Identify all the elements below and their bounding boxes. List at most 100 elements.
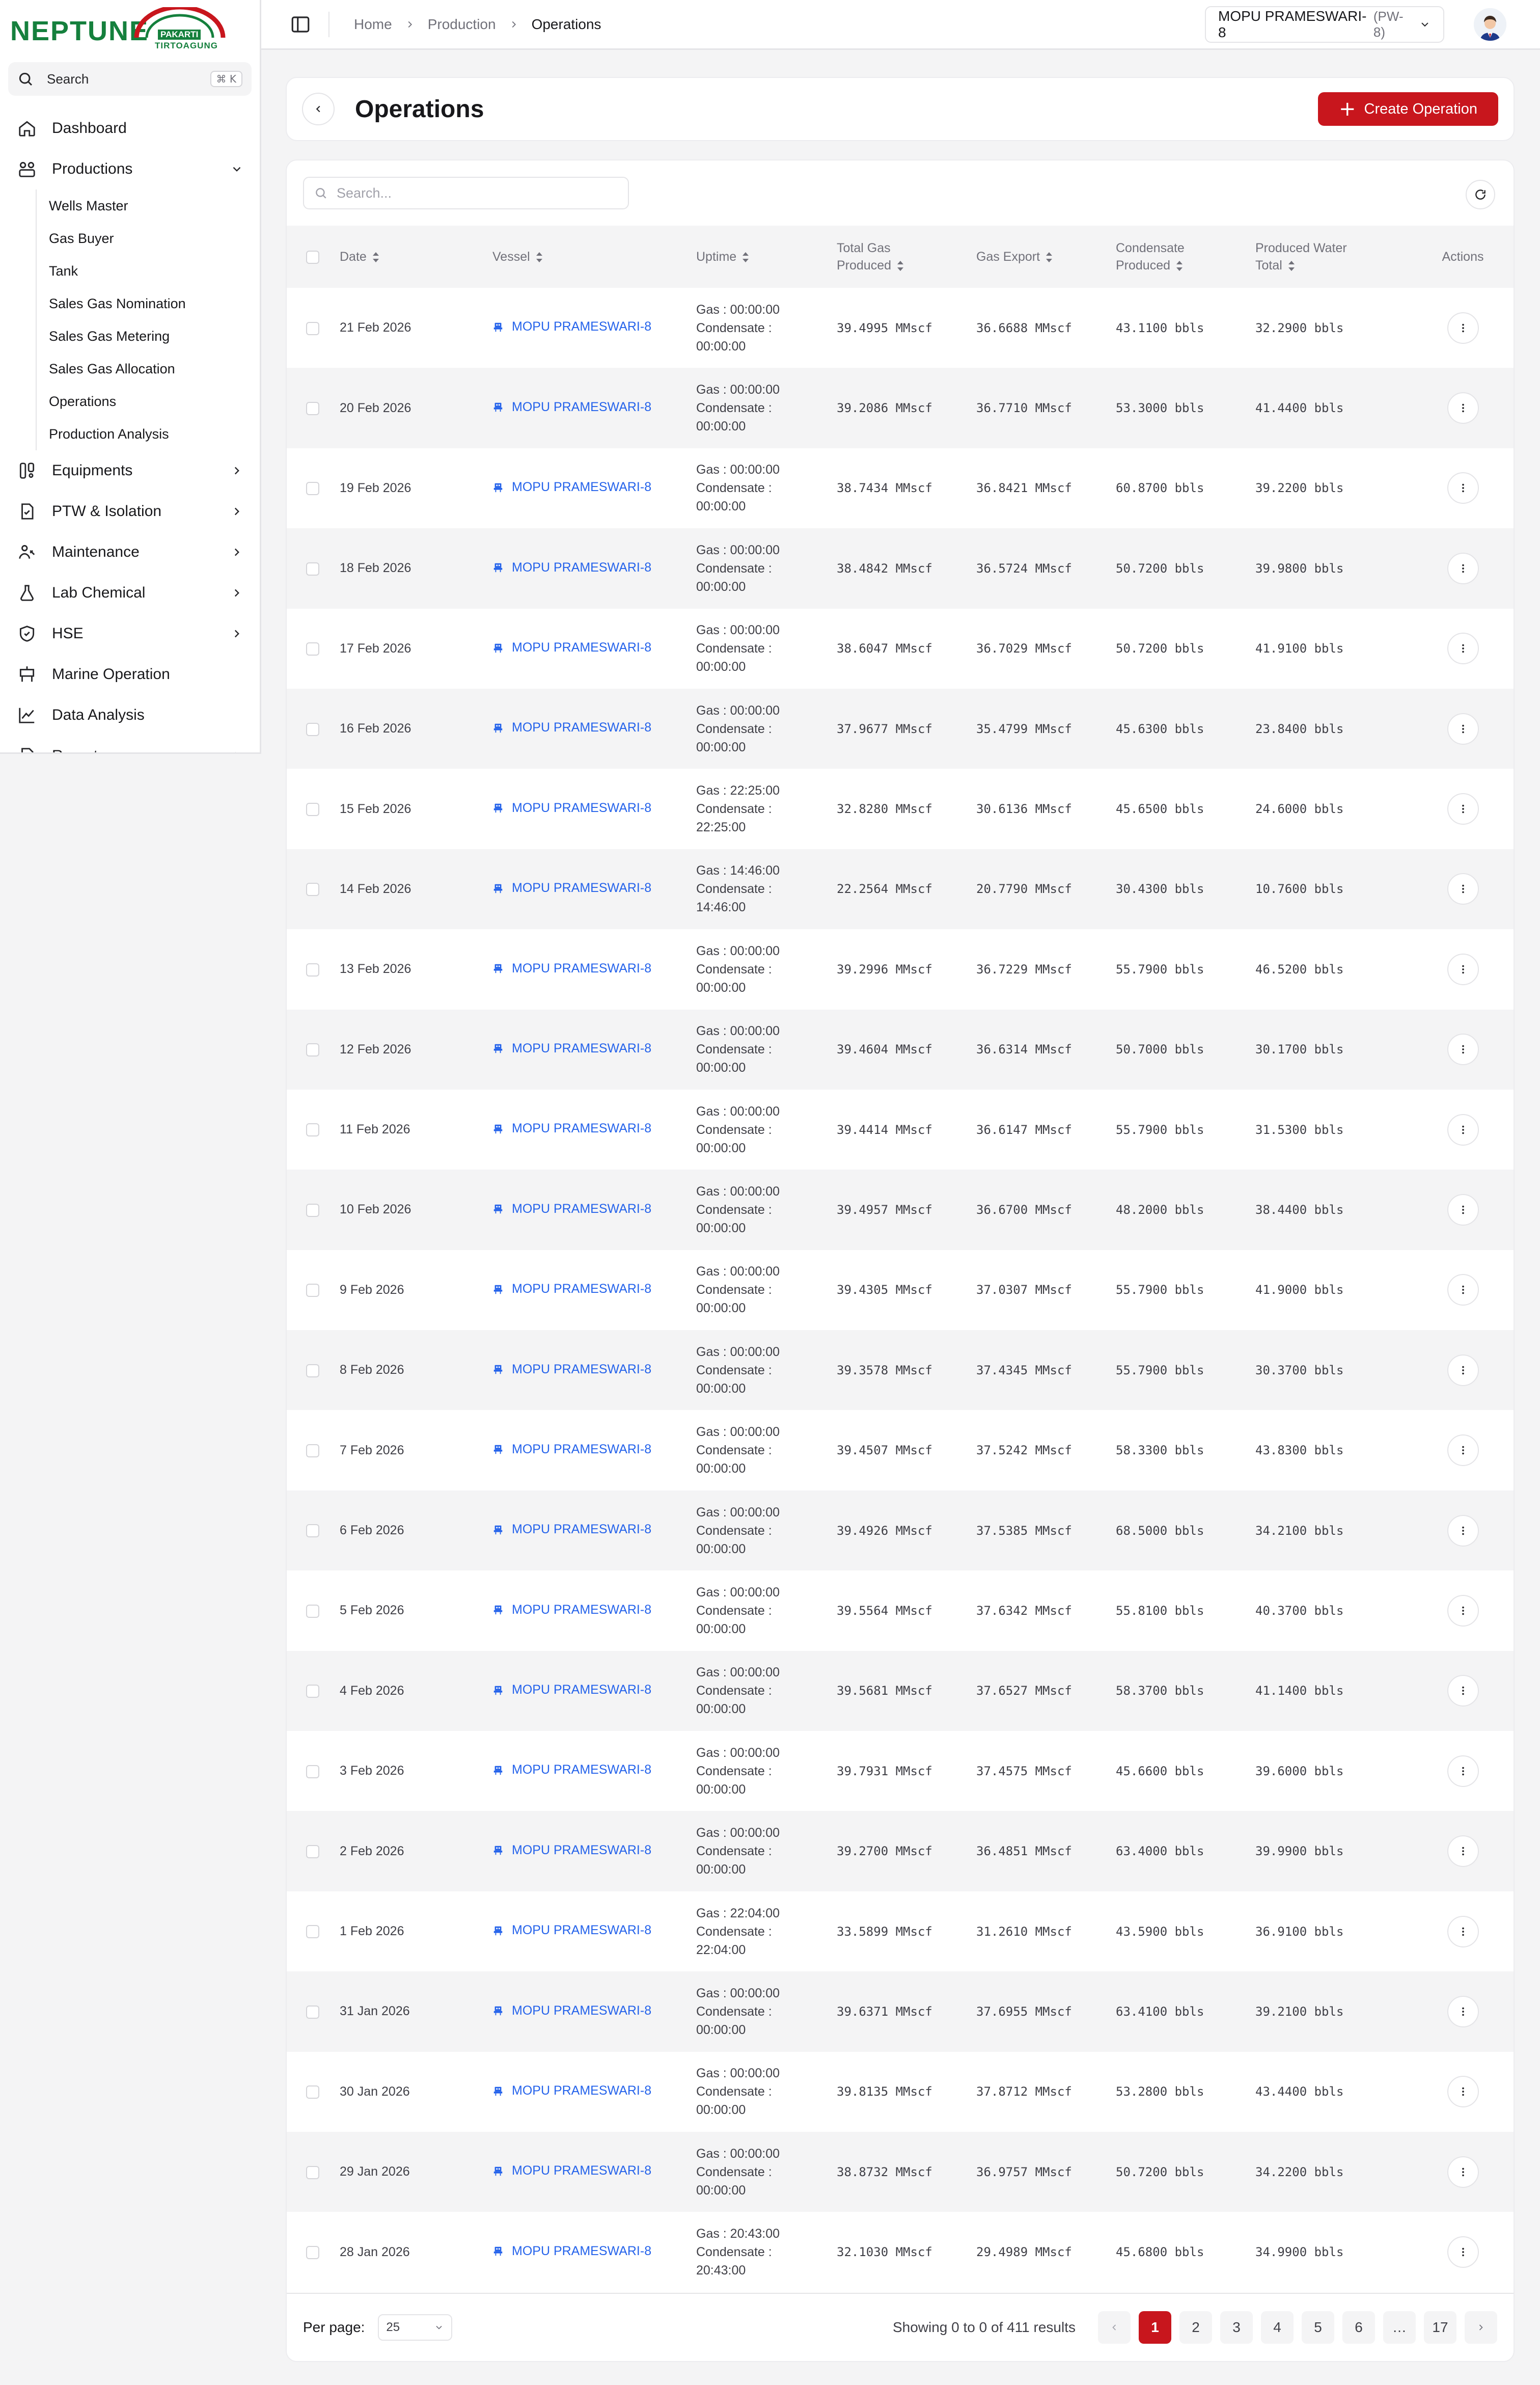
row-actions-button[interactable] [1447,793,1479,825]
row-actions-button[interactable] [1447,713,1479,745]
row-checkbox[interactable] [306,1043,319,1057]
header-date[interactable]: Date [335,226,487,288]
vessel-link[interactable]: MOPU PRAMESWARI-8 [492,319,651,334]
row-checkbox[interactable] [306,1524,319,1538]
vessel-link[interactable]: MOPU PRAMESWARI-8 [492,1282,651,1296]
per-page-select[interactable]: 25 [378,2314,453,2341]
row-actions-button[interactable] [1447,1274,1479,1306]
row-actions-button[interactable] [1447,392,1479,424]
table-row[interactable]: 16 Feb 2026 MOPU PRAMESWARI-8 Gas : 00:00:… [287,688,1514,769]
sidebar-item-equipments[interactable]: Equipments [8,450,253,491]
row-actions-button[interactable] [1447,552,1479,584]
vessel-link[interactable]: MOPU PRAMESWARI-8 [492,1442,651,1457]
table-row[interactable]: 28 Jan 2026 MOPU PRAMESWARI-8 Gas : 20:43:… [287,2212,1514,2292]
row-checkbox[interactable] [306,1925,319,1939]
row-checkbox[interactable] [306,321,319,335]
row-actions-button[interactable] [1447,1194,1479,1226]
subnav-operations[interactable]: Operations [41,385,253,418]
subnav-sales-gas-allocation[interactable]: Sales Gas Allocation [41,353,253,385]
create-operation-button[interactable]: + Create Operation [1318,92,1498,126]
row-checkbox[interactable] [306,1765,319,1778]
page-button[interactable]: 3 [1220,2311,1253,2344]
vessel-link[interactable]: MOPU PRAMESWARI-8 [492,1763,651,1777]
vessel-link[interactable]: MOPU PRAMESWARI-8 [492,1522,651,1537]
page-button[interactable]: 17 [1424,2311,1456,2344]
sidebar-item-dashboard[interactable]: Dashboard [8,108,253,149]
vessel-link[interactable]: MOPU PRAMESWARI-8 [492,1683,651,1697]
vessel-link[interactable]: MOPU PRAMESWARI-8 [492,2083,651,2098]
sidebar-search[interactable]: Search ⌘ K [8,62,252,96]
page-button[interactable]: 2 [1179,2311,1212,2344]
back-button[interactable] [302,93,335,125]
brand-logo[interactable]: NEPTUNE PAKARTI TIRTOAGUNG [10,7,226,53]
row-actions-button[interactable] [1447,633,1479,665]
table-row[interactable]: 19 Feb 2026 MOPU PRAMESWARI-8 Gas : 00:00:… [287,448,1514,528]
table-row[interactable]: 21 Feb 2026 MOPU PRAMESWARI-8 Gas : 00:00:… [287,288,1514,368]
table-row[interactable]: 4 Feb 2026 MOPU PRAMESWARI-8 Gas : 00:00:0… [287,1650,1514,1731]
sidebar-item-productions[interactable]: Productions [8,149,253,189]
row-actions-button[interactable] [1447,1995,1479,2027]
table-row[interactable]: 12 Feb 2026 MOPU PRAMESWARI-8 Gas : 00:00:… [287,1009,1514,1090]
table-row[interactable]: 9 Feb 2026 MOPU PRAMESWARI-8 Gas : 00:00:0… [287,1250,1514,1330]
row-checkbox[interactable] [306,2165,319,2179]
row-checkbox[interactable] [306,2085,319,2099]
table-row[interactable]: 18 Feb 2026 MOPU PRAMESWARI-8 Gas : 00:00:… [287,528,1514,609]
table-row[interactable]: 3 Feb 2026 MOPU PRAMESWARI-8 Gas : 00:00:0… [287,1731,1514,1811]
row-actions-button[interactable] [1447,1915,1479,1947]
vessel-link[interactable]: MOPU PRAMESWARI-8 [492,881,651,896]
row-actions-button[interactable] [1447,1354,1479,1386]
vessel-link[interactable]: MOPU PRAMESWARI-8 [492,1041,651,1056]
sidebar-item-maintenance[interactable]: Maintenance [8,532,253,573]
vessel-link[interactable]: MOPU PRAMESWARI-8 [492,2003,651,2018]
page-button[interactable]: 5 [1302,2311,1334,2344]
table-row[interactable]: 13 Feb 2026 MOPU PRAMESWARI-8 Gas : 00:00:… [287,929,1514,1009]
refresh-button[interactable] [1466,180,1495,209]
row-actions-button[interactable] [1447,2076,1479,2108]
breadcrumb-production[interactable]: Production [428,16,496,33]
header-vessel[interactable]: Vessel [487,226,691,288]
search-input[interactable] [336,185,618,201]
header-select-all[interactable] [287,226,335,288]
row-actions-button[interactable] [1447,472,1479,504]
row-actions-button[interactable] [1447,2236,1479,2268]
table-row[interactable]: 29 Jan 2026 MOPU PRAMESWARI-8 Gas : 00:00:… [287,2131,1514,2212]
vessel-link[interactable]: MOPU PRAMESWARI-8 [492,1843,651,1858]
vessel-link[interactable]: MOPU PRAMESWARI-8 [492,640,651,655]
table-row[interactable]: 15 Feb 2026 MOPU PRAMESWARI-8 Gas : 22:25:… [287,769,1514,849]
row-checkbox[interactable] [306,1685,319,1698]
vessel-link[interactable]: MOPU PRAMESWARI-8 [492,1362,651,1377]
vessel-link[interactable]: MOPU PRAMESWARI-8 [492,2163,651,2178]
table-row[interactable]: 31 Jan 2026 MOPU PRAMESWARI-8 Gas : 00:00:… [287,1971,1514,2052]
table-row[interactable]: 6 Feb 2026 MOPU PRAMESWARI-8 Gas : 00:00:0… [287,1490,1514,1571]
vessel-link[interactable]: MOPU PRAMESWARI-8 [492,480,651,495]
sidebar-toggle-icon[interactable] [290,14,311,35]
row-actions-button[interactable] [1447,1675,1479,1707]
page-button[interactable]: 1 [1139,2311,1171,2344]
row-checkbox[interactable] [306,2005,319,2019]
row-checkbox[interactable] [306,963,319,977]
vessel-link[interactable]: MOPU PRAMESWARI-8 [492,2244,651,2259]
vessel-link[interactable]: MOPU PRAMESWARI-8 [492,801,651,816]
table-row[interactable]: 5 Feb 2026 MOPU PRAMESWARI-8 Gas : 00:00:0… [287,1570,1514,1650]
breadcrumb-home[interactable]: Home [354,16,392,33]
vessel-selector[interactable]: MOPU PRAMESWARI-8 (PW-8) [1205,6,1444,43]
page-button[interactable]: 6 [1342,2311,1375,2344]
vessel-link[interactable]: MOPU PRAMESWARI-8 [492,1923,651,1938]
row-checkbox[interactable] [306,482,319,496]
row-actions-button[interactable] [1447,1594,1479,1627]
row-checkbox[interactable] [306,1364,319,1377]
row-checkbox[interactable] [306,1604,319,1618]
table-row[interactable]: 17 Feb 2026 MOPU PRAMESWARI-8 Gas : 00:00:… [287,609,1514,689]
header-total-gas-produced[interactable]: Total Gas Produced [832,226,971,288]
row-actions-button[interactable] [1447,1434,1479,1467]
header-produced-water-total[interactable]: Produced Water Total [1250,226,1412,288]
row-actions-button[interactable] [1447,1034,1479,1066]
row-actions-button[interactable] [1447,312,1479,344]
header-condensate-produced[interactable]: Condensate Produced [1111,226,1250,288]
row-checkbox[interactable] [306,1444,319,1458]
select-all-checkbox[interactable] [306,251,319,264]
table-row[interactable]: 10 Feb 2026 MOPU PRAMESWARI-8 Gas : 00:00:… [287,1170,1514,1250]
vessel-link[interactable]: MOPU PRAMESWARI-8 [492,961,651,976]
row-actions-button[interactable] [1447,873,1479,905]
row-checkbox[interactable] [306,1123,319,1137]
